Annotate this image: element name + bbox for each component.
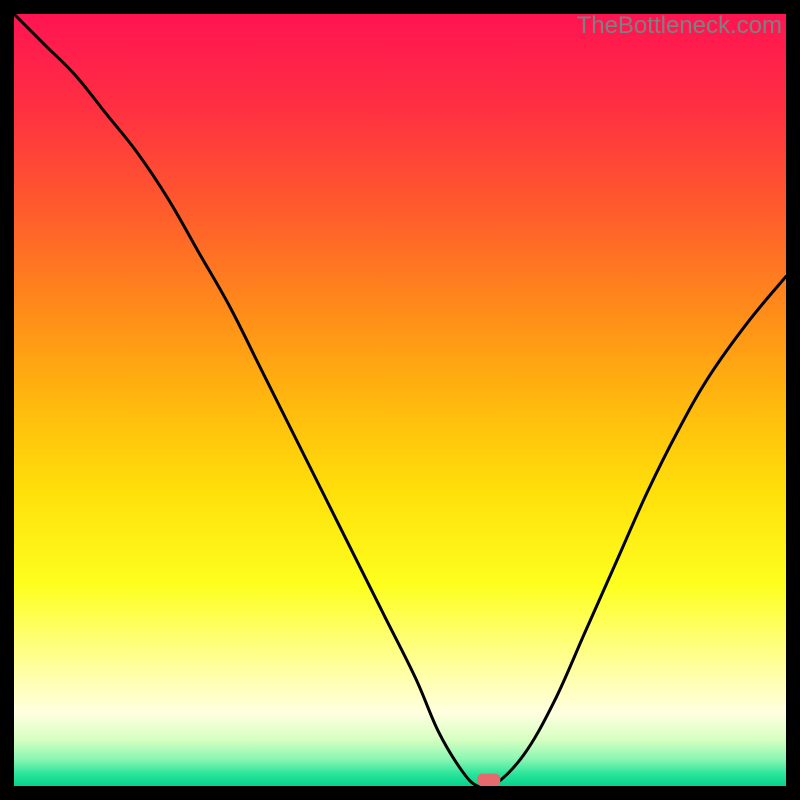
optimum-marker — [477, 774, 500, 786]
watermark-text: TheBottleneck.com — [577, 12, 782, 40]
bottleneck-chart — [14, 14, 786, 786]
chart-frame: TheBottleneck.com — [14, 14, 786, 786]
gradient-background — [14, 14, 786, 786]
